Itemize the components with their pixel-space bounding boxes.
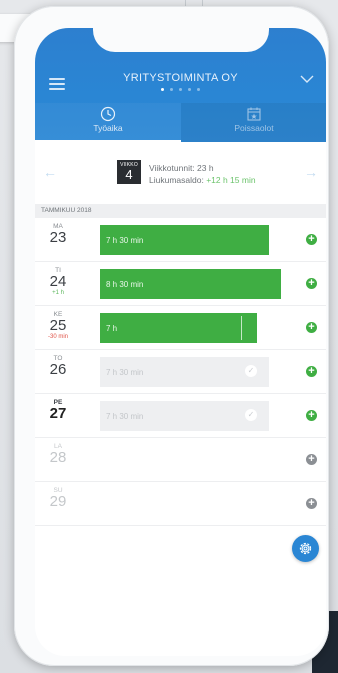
tab-label: Poissaolot	[234, 123, 274, 133]
day-label: SU 29	[35, 487, 81, 510]
week-navigation: ← VIIKKO 4 Viikkotunnit: 23 h Liukumasal…	[35, 142, 326, 204]
day-row-to[interactable]: TO 26 7 h 30 min ✓ +	[35, 350, 326, 394]
page-indicator	[35, 88, 326, 91]
day-list: MA 23 7 h 30 min + TI 24 +1 h 8 h 30 min…	[35, 218, 326, 526]
app-screen: YRITYSTOIMINTA OY Työaika Poissaolot ← V…	[35, 28, 326, 656]
work-time-text: 7 h 30 min	[106, 236, 144, 245]
plus-icon[interactable]: +	[306, 410, 317, 421]
phone-notch	[93, 28, 269, 52]
arrow-right-icon[interactable]: →	[304, 164, 318, 180]
day-row-pe[interactable]: PE 27 7 h 30 min ✓ +	[35, 394, 326, 438]
week-summary: Viikkotunnit: 23 h Liukumasaldo: +12 h 1…	[149, 162, 256, 186]
plus-icon[interactable]: +	[306, 366, 317, 377]
check-icon[interactable]: ✓	[245, 365, 257, 377]
plus-icon[interactable]: +	[306, 234, 317, 245]
page-dot	[197, 88, 200, 91]
work-time-bar[interactable]: 8 h 30 min	[100, 269, 281, 299]
gear-icon	[299, 542, 312, 555]
clock-icon	[100, 106, 116, 122]
day-number: 27	[49, 405, 67, 422]
plus-icon[interactable]: +	[306, 322, 317, 333]
day-label: LA 28	[35, 443, 81, 466]
planned-time-text: 7 h 30 min	[106, 368, 144, 377]
plus-icon[interactable]: +	[306, 498, 317, 509]
settings-button[interactable]	[292, 535, 319, 562]
day-number: 25	[49, 317, 67, 334]
tab-label: Työaika	[93, 123, 123, 133]
day-number: 26	[49, 361, 67, 378]
check-icon[interactable]: ✓	[245, 409, 257, 421]
day-balance: +1 h	[52, 290, 64, 296]
day-label: PE 27	[35, 399, 81, 422]
tab-poissaolot[interactable]: Poissaolot	[181, 103, 326, 142]
page-dot	[188, 88, 191, 91]
work-time-bar[interactable]: 7 h 30 min	[100, 225, 269, 255]
calendar-icon	[247, 107, 261, 121]
page-dot-active	[161, 88, 164, 91]
day-number: 28	[49, 449, 67, 466]
week-hours: Viikkotunnit: 23 h	[149, 163, 214, 173]
day-row-ti[interactable]: TI 24 +1 h 8 h 30 min +	[35, 262, 326, 306]
work-time-text: 8 h 30 min	[106, 280, 144, 289]
arrow-left-icon[interactable]: ←	[43, 164, 57, 180]
day-number: 23	[49, 229, 67, 246]
flex-balance: Liukumasaldo: +12 h 15 min	[149, 174, 256, 186]
day-label: MA 23	[35, 223, 81, 246]
day-row-ma[interactable]: MA 23 7 h 30 min +	[35, 218, 326, 262]
tab-tyoaika[interactable]: Työaika	[35, 103, 181, 142]
day-number: 24	[49, 273, 67, 290]
day-label: TO 26	[35, 355, 81, 378]
day-row-la[interactable]: LA 28 +	[35, 438, 326, 482]
planned-time-bar[interactable]: 7 h 30 min ✓	[100, 357, 269, 387]
day-row-ke[interactable]: KE 25 -30 min 7 h +	[35, 306, 326, 350]
bar-divider	[241, 316, 242, 340]
page-dot	[179, 88, 182, 91]
day-balance: -30 min	[47, 334, 68, 340]
planned-time-text: 7 h 30 min	[106, 412, 144, 421]
day-label: KE 25 -30 min	[35, 311, 81, 341]
flex-balance-label: Liukumasaldo:	[149, 175, 204, 185]
work-time-bar[interactable]: 7 h	[100, 313, 257, 343]
day-row-su[interactable]: SU 29 +	[35, 482, 326, 526]
week-number-badge: VIIKKO 4	[117, 160, 141, 184]
day-number: 29	[49, 493, 67, 510]
month-header: TAMMIKUU 2018	[35, 204, 326, 218]
plus-icon[interactable]: +	[306, 278, 317, 289]
plus-icon[interactable]: +	[306, 454, 317, 465]
week-number: 4	[125, 167, 133, 182]
flex-balance-value: +12 h 15 min	[206, 175, 256, 185]
page-dot	[170, 88, 173, 91]
planned-time-bar[interactable]: 7 h 30 min ✓	[100, 401, 269, 431]
company-title[interactable]: YRITYSTOIMINTA OY	[35, 72, 326, 84]
day-label: TI 24 +1 h	[35, 267, 81, 297]
chevron-down-icon[interactable]	[300, 74, 314, 84]
work-time-text: 7 h	[106, 324, 118, 333]
phone-frame: YRITYSTOIMINTA OY Työaika Poissaolot ← V…	[14, 6, 329, 666]
